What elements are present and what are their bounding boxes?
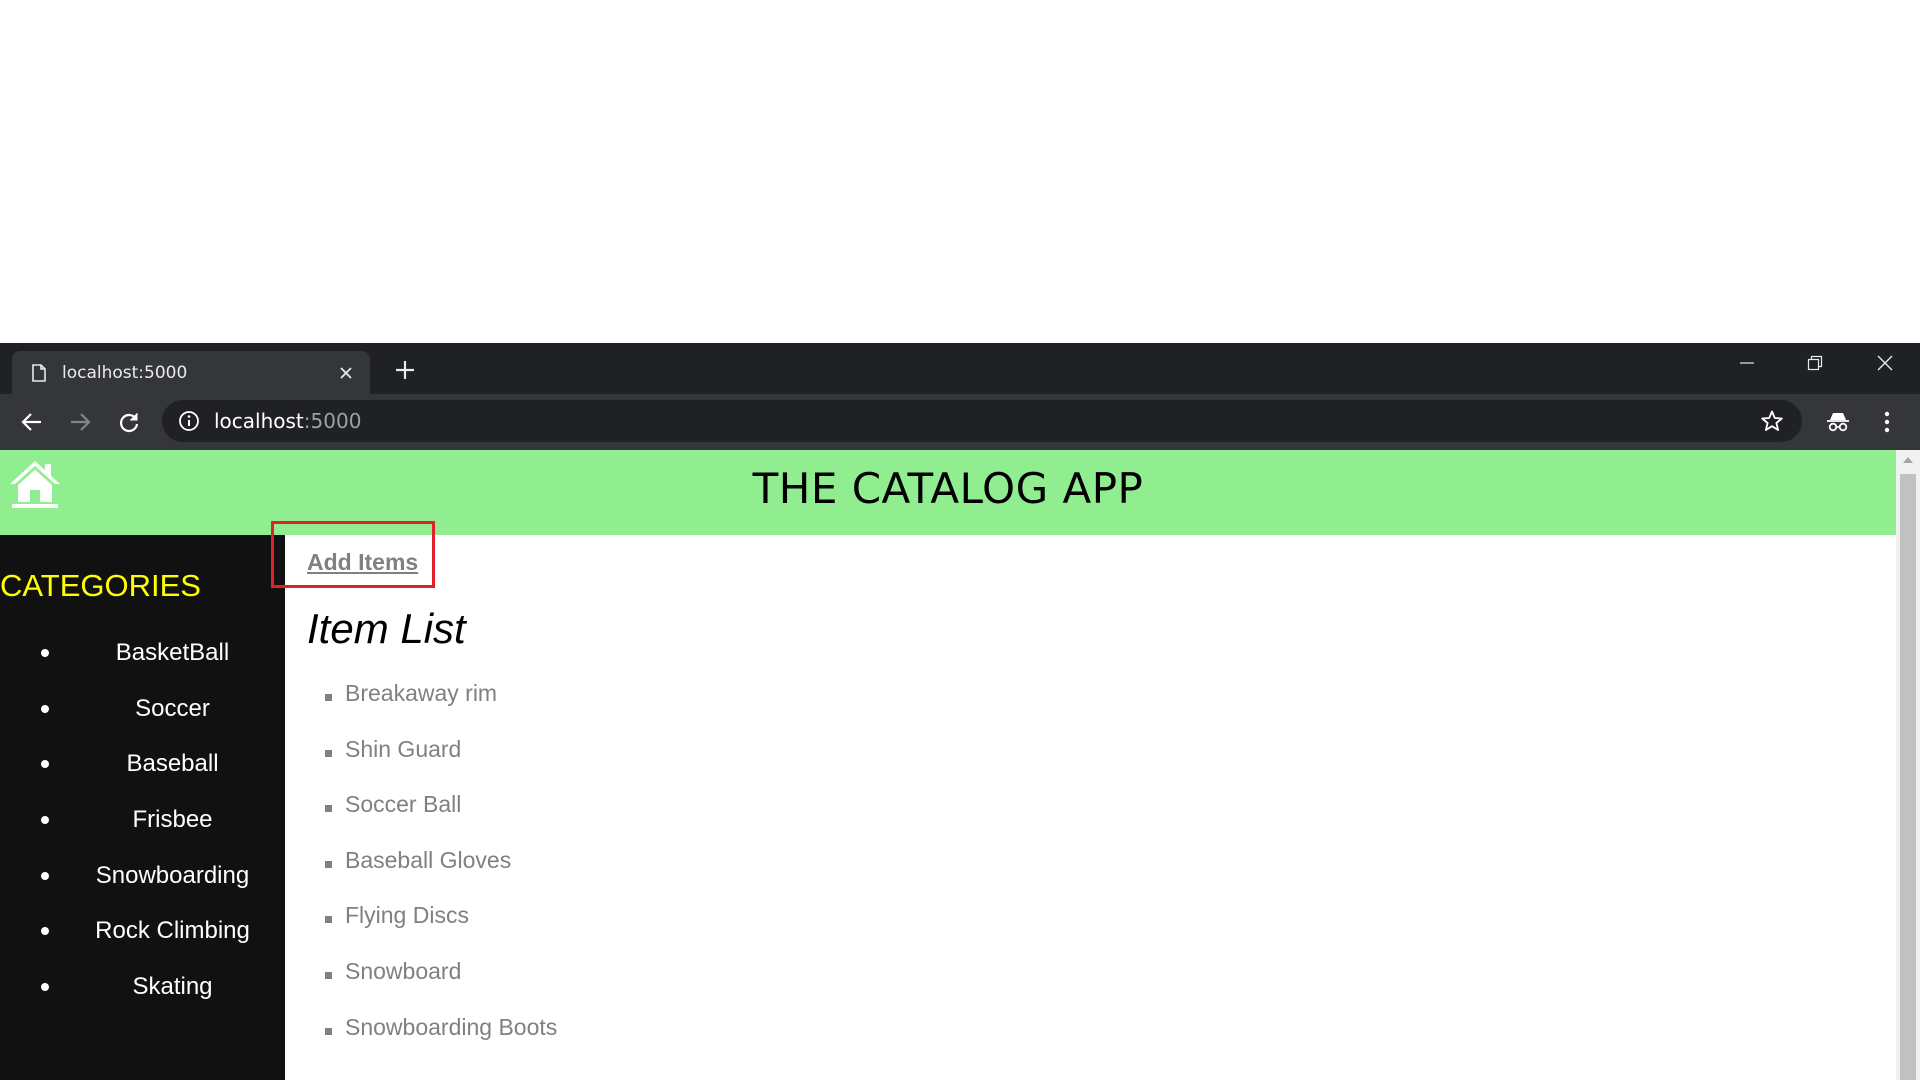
category-link-soccer[interactable]: Soccer — [60, 695, 285, 723]
forward-arrow-icon[interactable] — [64, 406, 96, 438]
category-item: Soccer — [0, 681, 285, 737]
list-item: Shin Guard — [285, 726, 1085, 782]
reload-icon[interactable] — [113, 406, 145, 438]
url-port: :5000 — [303, 409, 362, 433]
browser-tab[interactable]: localhost:5000 — [12, 351, 370, 394]
bullet — [325, 749, 332, 757]
back-arrow-icon[interactable] — [16, 406, 48, 438]
page-icon — [32, 363, 46, 382]
category-item: Snowboarding — [0, 848, 285, 904]
info-icon[interactable] — [178, 410, 200, 432]
close-icon[interactable] — [334, 361, 358, 385]
bullet — [41, 927, 49, 936]
bullet — [325, 971, 332, 979]
scroll-up-arrow-icon[interactable] — [1896, 456, 1920, 470]
category-item: Baseball — [0, 736, 285, 792]
categories-sidebar: CATEGORIES BasketBall Soccer Baseball Fr… — [0, 535, 285, 1080]
web-page: THE CATALOG APP CATEGORIES BasketBall So… — [0, 450, 1896, 1080]
bullet — [41, 871, 49, 880]
item-link[interactable]: Shin Guard — [345, 736, 461, 763]
list-item: Snowboarding Boots — [285, 1004, 1085, 1060]
item-link[interactable]: Baseball Gloves — [345, 847, 511, 874]
tab-title: localhost:5000 — [62, 362, 188, 383]
bullet — [325, 694, 332, 701]
app-title: THE CATALOG APP — [752, 464, 1144, 513]
bullet — [325, 860, 332, 868]
category-link-skating[interactable]: Skating — [60, 973, 285, 1001]
item-list-heading: Item List — [307, 605, 466, 652]
category-link-basketball[interactable]: BasketBall — [60, 639, 285, 667]
category-item: Rock Climbing — [0, 903, 285, 959]
list-item: Soccer Ball — [285, 781, 1085, 837]
star-icon[interactable] — [1760, 409, 1784, 433]
address-bar[interactable]: localhost:5000 — [162, 400, 1802, 442]
item-link[interactable]: Flying Discs — [345, 902, 469, 929]
bullet — [325, 1027, 332, 1035]
bullet — [41, 760, 49, 769]
item-link[interactable]: Snowboarding Boots — [345, 1014, 557, 1041]
desktop-background — [0, 0, 1920, 343]
bullet — [41, 983, 49, 992]
scrollbar-thumb[interactable] — [1900, 474, 1916, 1080]
category-item: Frisbee — [0, 792, 285, 848]
item-list: Breakaway rim Shin Guard Soccer Ball Bas… — [285, 670, 1085, 1059]
main-content: Add Items Item List Breakaway rim Shin G… — [271, 521, 1896, 1080]
minimize-icon[interactable] — [1716, 343, 1778, 383]
category-link-rock-climbing[interactable]: Rock Climbing — [60, 917, 285, 945]
category-item: BasketBall — [0, 625, 285, 681]
item-link[interactable]: Snowboard — [345, 958, 461, 985]
url-host: localhost — [214, 409, 304, 433]
incognito-icon[interactable] — [1822, 406, 1854, 438]
bullet — [41, 816, 49, 825]
bullet — [325, 805, 332, 813]
category-link-snowboarding[interactable]: Snowboarding — [60, 862, 285, 890]
browser-tab-strip: localhost:5000 — [0, 343, 1920, 394]
bullet — [325, 916, 332, 924]
category-list: BasketBall Soccer Baseball Frisbee Snowb… — [0, 625, 285, 1015]
list-item: Baseball Gloves — [285, 837, 1085, 893]
list-item: Flying Discs — [285, 892, 1085, 948]
plus-icon[interactable] — [390, 355, 420, 385]
category-item: Skating — [0, 959, 285, 1015]
window-close-icon[interactable] — [1854, 343, 1916, 383]
bullet — [41, 649, 49, 657]
item-link[interactable]: Breakaway rim — [345, 680, 497, 707]
category-link-baseball[interactable]: Baseball — [60, 750, 285, 778]
add-items-link[interactable]: Add Items — [307, 549, 418, 576]
restore-icon[interactable] — [1784, 343, 1846, 383]
list-item: Breakaway rim — [285, 670, 1085, 726]
item-link[interactable]: Soccer Ball — [345, 791, 461, 818]
list-item: Snowboard — [285, 948, 1085, 1004]
category-link-frisbee[interactable]: Frisbee — [60, 806, 285, 834]
kebab-menu-icon[interactable] — [1871, 406, 1903, 438]
sidebar-heading: CATEGORIES — [0, 568, 201, 603]
vertical-scrollbar[interactable] — [1896, 450, 1920, 1080]
bullet — [41, 704, 49, 713]
app-header: THE CATALOG APP — [0, 450, 1896, 535]
